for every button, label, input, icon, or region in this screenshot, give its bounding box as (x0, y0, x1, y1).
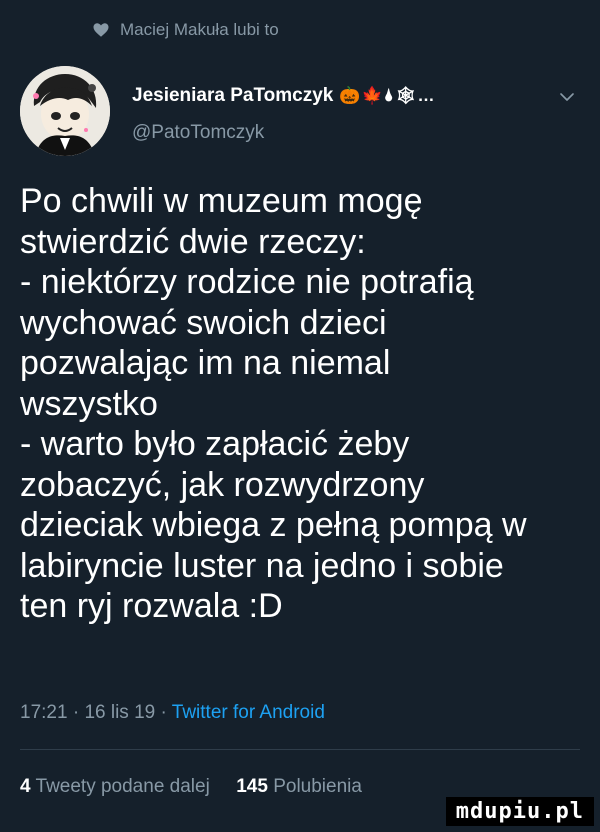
chevron-down-icon[interactable] (558, 88, 576, 106)
meta-separator: · (72, 702, 85, 723)
retweets-label: Tweety podane dalej (35, 776, 210, 797)
meta-separator: · (160, 702, 172, 723)
likes-stat[interactable]: 145 Polubienia (236, 776, 362, 797)
tweet-text: Po chwili w muzeum mogę stwierdzić dwie … (20, 182, 527, 625)
tweet-stats: 4 Tweety podane dalej 145 Polubienia (20, 776, 362, 798)
heart-icon (93, 23, 109, 37)
likes-count: 145 (236, 776, 268, 797)
likes-label: Polubienia (273, 776, 362, 797)
tweet-time[interactable]: 17:21 (20, 702, 68, 723)
divider (20, 749, 580, 750)
retweets-stat[interactable]: 4 Tweety podane dalej (20, 776, 210, 797)
tweet-date[interactable]: 16 lis 19 (84, 702, 155, 723)
name-emojis: 🎃🍁🌢🕸… (339, 86, 436, 105)
social-context[interactable]: Maciej Makuła lubi to (92, 20, 279, 40)
retweets-count: 4 (20, 776, 31, 797)
tweet-meta: 17:21 · 16 lis 19 · Twitter for Android (20, 702, 325, 724)
tweet-source[interactable]: Twitter for Android (172, 702, 325, 723)
avatar-image (20, 66, 110, 156)
author-handle[interactable]: @PatoTomczyk (132, 122, 264, 144)
author-name-row[interactable]: Jesieniara PaTomczyk 🎃🍁🌢🕸… (132, 85, 436, 107)
tweet-header: Jesieniara PaTomczyk 🎃🍁🌢🕸… @PatoTomczyk (20, 66, 580, 158)
author-display-name: Jesieniara PaTomczyk (132, 85, 334, 106)
avatar[interactable] (20, 66, 110, 156)
social-context-text: Maciej Makuła lubi to (120, 20, 279, 39)
watermark: mdupiu.pl (445, 797, 594, 826)
